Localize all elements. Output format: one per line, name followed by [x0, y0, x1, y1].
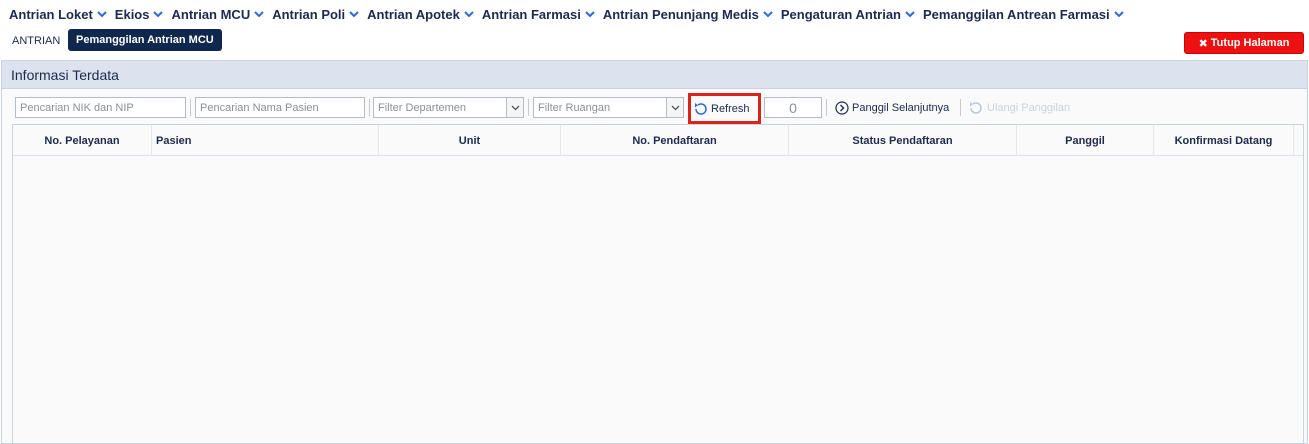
menu-antrian-loket[interactable]: Antrian Loket — [9, 7, 107, 22]
menu-pengaturan-antrian[interactable]: Pengaturan Antrian — [781, 7, 915, 22]
department-filter-placeholder: Filter Departemen — [378, 101, 467, 114]
chevron-down-icon — [585, 10, 595, 17]
top-menu-bar: Antrian Loket Ekios Antrian MCU Antrian … — [0, 0, 1309, 28]
menu-antrian-poli[interactable]: Antrian Poli — [272, 7, 359, 22]
close-page-label: Tutup Halaman — [1210, 37, 1290, 49]
panel-title: Informasi Terdata — [2, 61, 1307, 89]
chevron-down-icon — [153, 10, 164, 17]
chevron-down-icon — [464, 10, 474, 17]
tab-pemanggilan-antrian-mcu[interactable]: Pemanggilan Antrian MCU — [68, 29, 222, 51]
table-body — [13, 157, 1303, 443]
toolbar-separator — [960, 99, 961, 116]
menu-label: Antrian MCU — [171, 6, 251, 22]
menu-label: Ekios — [114, 6, 150, 22]
chevron-down-icon — [97, 10, 107, 17]
column-header[interactable]: No. Pendaftaran — [561, 125, 789, 156]
queue-number-field[interactable]: 0 — [764, 97, 822, 118]
refresh-highlight: Refresh — [688, 93, 761, 124]
close-icon: ✖ — [1198, 37, 1208, 50]
column-header[interactable]: No. Pelayanan — [13, 125, 152, 156]
room-filter-select[interactable]: Filter Ruangan — [533, 97, 684, 118]
menu-label: Antrian Loket — [9, 6, 93, 22]
refresh-icon — [970, 101, 982, 114]
call-next-button[interactable]: Panggil Selanjutnya — [835, 97, 949, 118]
column-header[interactable]: Status Pendaftaran — [789, 125, 1017, 156]
chevron-down-icon — [905, 10, 915, 17]
tab-row: ANTRIAN Pemanggilan Antrian MCU ✖ Tutup … — [0, 28, 1309, 54]
close-page-button[interactable]: ✖ Tutup Halaman — [1184, 32, 1304, 54]
toolbar-separator — [190, 99, 191, 116]
menu-antrian-penunjang-medis[interactable]: Antrian Penunjang Medis — [603, 7, 773, 22]
menu-label: Antrian Poli — [272, 6, 346, 22]
repeat-call-button[interactable]: Ulangi Panggilan — [968, 97, 1070, 118]
menu-label: Antrian Apotek — [367, 6, 460, 22]
column-header[interactable]: Unit — [379, 125, 561, 156]
queue-table: No. Pelayanan Pasien Unit No. Pendaftara… — [12, 124, 1304, 444]
chevron-right-circle-icon — [835, 100, 849, 115]
menu-label: Antrian Farmasi — [481, 6, 581, 22]
chevron-down-icon — [349, 10, 359, 17]
refresh-label: Refresh — [711, 102, 750, 115]
chevron-down-icon[interactable] — [666, 98, 683, 117]
room-filter-placeholder: Filter Ruangan — [538, 101, 611, 114]
repeat-call-label: Ulangi Panggilan — [987, 101, 1071, 114]
column-header[interactable]: Konfirmasi Datang — [1154, 125, 1294, 156]
menu-antrian-farmasi[interactable]: Antrian Farmasi — [482, 7, 595, 22]
menu-antrian-mcu[interactable]: Antrian MCU — [171, 7, 264, 22]
chevron-down-icon — [763, 10, 773, 17]
toolbar-separator — [369, 99, 370, 116]
table-header: No. Pelayanan Pasien Unit No. Pendaftara… — [13, 125, 1303, 156]
nik-search-input[interactable]: Pencarian NIK dan NIP — [15, 97, 186, 118]
tab-antrian[interactable]: ANTRIAN — [12, 35, 60, 47]
data-panel: Informasi Terdata Pencarian NIK dan NIP … — [1, 60, 1308, 444]
menu-label: Pemanggilan Antrean Farmasi — [923, 6, 1110, 22]
chevron-down-icon — [254, 10, 264, 17]
menu-label: Pengaturan Antrian — [780, 6, 902, 22]
toolbar-separator — [528, 99, 529, 116]
column-header[interactable]: Panggil — [1017, 125, 1154, 156]
refresh-icon — [695, 102, 707, 115]
menu-pemanggilan-antrean-farmasi[interactable]: Pemanggilan Antrean Farmasi — [923, 7, 1124, 22]
column-header[interactable]: Pasien — [152, 125, 379, 156]
menu-antrian-apotek[interactable]: Antrian Apotek — [367, 7, 474, 22]
call-next-label: Panggil Selanjutnya — [852, 101, 950, 114]
toolbar-separator — [826, 99, 827, 116]
patient-name-search-input[interactable]: Pencarian Nama Pasien — [195, 97, 365, 118]
chevron-down-icon — [1113, 10, 1124, 17]
refresh-button[interactable]: Refresh — [693, 98, 756, 119]
menu-ekios[interactable]: Ekios — [115, 7, 164, 22]
filter-toolbar: Pencarian NIK dan NIP Pencarian Nama Pas… — [2, 90, 1307, 125]
chevron-down-icon[interactable] — [506, 98, 523, 117]
menu-label: Antrian Penunjang Medis — [602, 6, 759, 22]
department-filter-select[interactable]: Filter Departemen — [373, 97, 524, 118]
